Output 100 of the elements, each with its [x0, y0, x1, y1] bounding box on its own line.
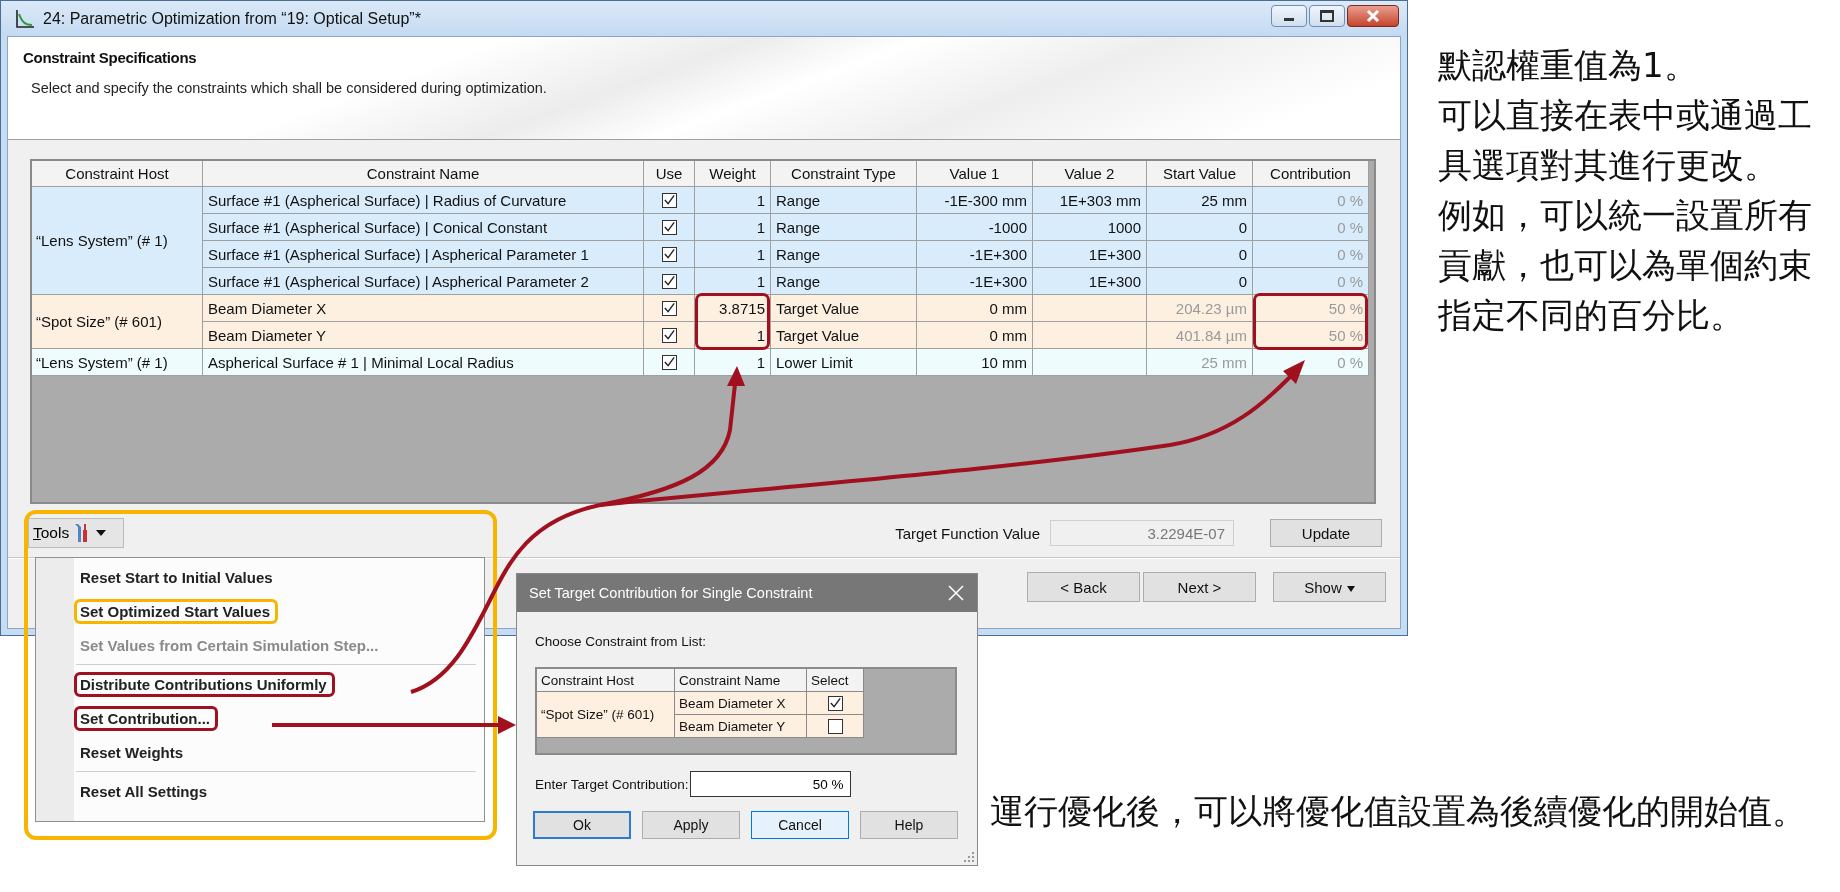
table-cell: 204.23 µm	[1147, 295, 1252, 321]
dialog-button[interactable]: Cancel	[751, 811, 849, 839]
table-cell: 1	[695, 322, 770, 348]
table-cell: 1	[695, 187, 770, 213]
table-cell: Surface #1 (Aspherical Surface) | Aspherical Parameter 1	[203, 241, 643, 267]
table-cell: 25 mm	[1147, 187, 1252, 213]
table-cell: “Spot Size” (# 601)	[537, 692, 674, 737]
menu-item[interactable]: Distribute Contributions Uniformly	[74, 667, 484, 701]
menu-item[interactable]: Reset Start to Initial Values	[74, 560, 484, 594]
table-cell: 0	[1147, 241, 1252, 267]
table-cell: Lower Limit	[771, 349, 916, 375]
column-header[interactable]: Value 1	[917, 161, 1032, 186]
minimize-button[interactable]	[1271, 5, 1307, 27]
table-cell: 0	[1147, 268, 1252, 294]
column-header[interactable]: Constraint Name	[203, 161, 643, 186]
section-title: Constraint Specifications	[23, 49, 198, 66]
table-cell: Surface #1 (Aspherical Surface) | Radius of Curvature	[203, 187, 643, 213]
table-cell: -1E+300	[917, 268, 1032, 294]
table-cell: 1	[695, 241, 770, 267]
table-cell: “Spot Size” (# 601)	[32, 295, 202, 348]
table-cell: 1000	[1033, 214, 1146, 240]
table-cell: 401.84 µm	[1147, 322, 1252, 348]
caret-icon	[95, 529, 108, 537]
table-cell: 25 mm	[1147, 349, 1252, 375]
table-cell: Beam Diameter X	[203, 295, 643, 321]
checkbox[interactable]	[661, 273, 677, 289]
checkbox[interactable]	[661, 327, 677, 343]
caret-icon	[1346, 585, 1355, 592]
table-cell: Range	[771, 187, 916, 213]
nav-button[interactable]: Show	[1273, 572, 1386, 602]
table-cell: 0 mm	[917, 322, 1032, 348]
tools-button[interactable]: Tools	[28, 518, 124, 548]
column-header[interactable]: Start Value	[1147, 161, 1252, 186]
maximize-button[interactable]	[1309, 5, 1345, 27]
table-cell: Target Value	[771, 295, 916, 321]
close-button[interactable]	[1347, 5, 1399, 27]
table-cell: 0 %	[1253, 241, 1368, 267]
checkbox[interactable]	[661, 219, 677, 235]
checkbox[interactable]	[661, 300, 677, 316]
tools-icon	[75, 524, 90, 542]
table-cell: Surface #1 (Aspherical Surface) | Aspherical Parameter 2	[203, 268, 643, 294]
table-cell: 10 mm	[917, 349, 1032, 375]
table-cell: 1E+303 mm	[1033, 187, 1146, 213]
dialog-button[interactable]: Ok	[533, 811, 631, 839]
checkbox[interactable]	[827, 718, 843, 734]
note-text: 可以直接在表中或通過工具選項對其進行更改。	[1438, 94, 1813, 187]
resize-grip-icon[interactable]	[964, 852, 974, 862]
column-header[interactable]: Constraint Host	[32, 161, 202, 186]
column-header[interactable]: Constraint Host	[537, 669, 674, 691]
menu-item[interactable]: Set Contribution...	[74, 701, 484, 735]
menu-item[interactable]: Reset All Settings	[74, 774, 484, 808]
dialog-button[interactable]: Apply	[642, 811, 740, 839]
checkbox[interactable]	[661, 354, 677, 370]
menu-item[interactable]: Set Optimized Start Values	[74, 594, 484, 628]
table-cell: 0 mm	[917, 295, 1032, 321]
dialog-button[interactable]: Help	[860, 811, 958, 839]
column-header[interactable]: Use	[644, 161, 694, 186]
table-cell: Beam Diameter X	[675, 692, 806, 714]
dialog-prompt: Choose Constraint from List:	[535, 634, 708, 649]
checkbox[interactable]	[661, 246, 677, 262]
table-cell: 1	[695, 214, 770, 240]
checkbox[interactable]	[661, 192, 677, 208]
field-label: Target Function Value	[895, 524, 1040, 542]
table-cell: -1E-300 mm	[917, 187, 1032, 213]
column-header[interactable]: Contribution	[1253, 161, 1368, 186]
note-text: 運行優化後，可以將優化值設置為後續優化的開始值。	[990, 790, 1807, 833]
note-text: 默認權重值為1。	[1438, 44, 1699, 87]
table-cell: Range	[771, 214, 916, 240]
table-cell: 0 %	[1253, 268, 1368, 294]
checkbox[interactable]	[827, 695, 843, 711]
table-cell: Aspherical Surface # 1 | Minimal Local Radius	[203, 349, 643, 375]
close-icon[interactable]	[947, 584, 965, 602]
table-cell: -1E+300	[917, 241, 1032, 267]
field-label: Enter Target Contribution:	[535, 776, 689, 792]
table-cell: “Lens System” (# 1)	[32, 349, 202, 375]
table-cell: Range	[771, 241, 916, 267]
update-button[interactable]: Update	[1270, 519, 1382, 547]
table-cell: Surface #1 (Aspherical Surface) | Conical Constant	[203, 214, 643, 240]
column-header[interactable]: Select	[807, 669, 863, 691]
column-header[interactable]: Constraint Type	[771, 161, 916, 186]
input-field[interactable]: 50 %	[689, 771, 851, 797]
nav-button[interactable]: Next >	[1143, 572, 1256, 602]
value-field: 3.2294E-07	[1050, 520, 1234, 546]
menu-item[interactable]: Reset Weights	[74, 735, 484, 769]
chart-icon	[15, 8, 35, 29]
table-cell: “Lens System” (# 1)	[32, 187, 202, 294]
column-header[interactable]: Value 2	[1033, 161, 1146, 186]
table-cell: 1E+300	[1033, 241, 1146, 267]
table-cell: 1E+300	[1033, 268, 1146, 294]
nav-button[interactable]: < Back	[1027, 572, 1140, 602]
table-cell: -1000	[917, 214, 1032, 240]
column-header[interactable]: Weight	[695, 161, 770, 186]
table-cell: 50 %	[1253, 322, 1368, 348]
table-cell: 0 %	[1253, 214, 1368, 240]
section-description: Select and specify the constraints which shall be considered during optimization.	[31, 80, 548, 96]
close-icon	[1366, 10, 1380, 22]
table-cell: 0	[1147, 214, 1252, 240]
table-cell: 1	[695, 268, 770, 294]
column-header[interactable]: Constraint Name	[675, 669, 806, 691]
table-cell: 1	[695, 349, 770, 375]
